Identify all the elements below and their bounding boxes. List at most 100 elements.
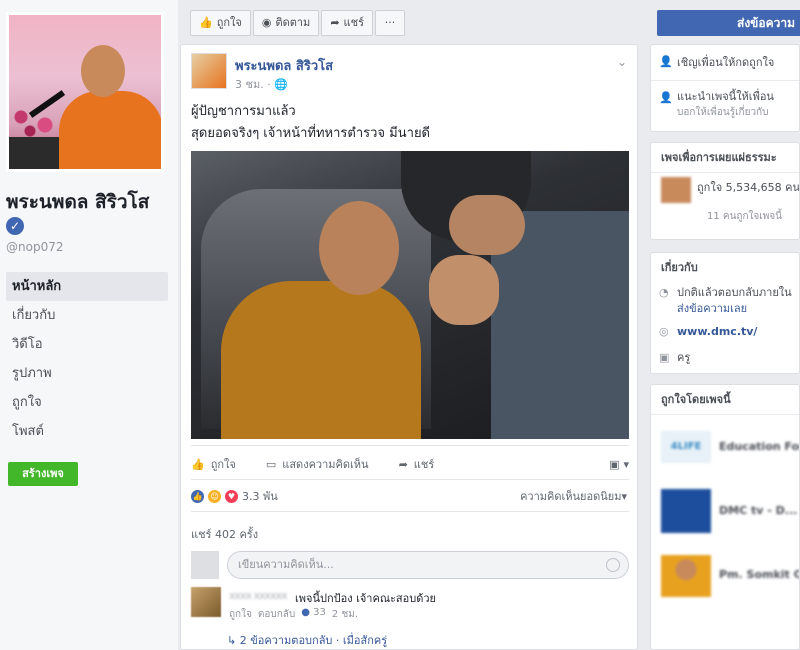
view-replies-link[interactable]: ↳ 2 ข้อความตอบกลับ · เมื่อสักครู่ bbox=[227, 631, 387, 649]
category-row[interactable]: ▣ ครู bbox=[651, 345, 799, 371]
liked-page-name: DMC tv - D... bbox=[719, 504, 798, 517]
post-photo[interactable] bbox=[191, 151, 629, 439]
comment-time[interactable]: 2 ชม. bbox=[332, 607, 358, 622]
about-title[interactable]: เกี่ยวกับ bbox=[651, 253, 799, 283]
commenter-avatar[interactable] bbox=[191, 587, 221, 617]
monk-robe bbox=[59, 91, 161, 169]
community-title[interactable]: เพจเพื่อการเผยแผ่ธรรมะ bbox=[651, 143, 799, 173]
commenter-name[interactable]: xxxx xxxxxx bbox=[229, 589, 288, 602]
page-nav: หน้าหลัก เกี่ยวกับ วิดีโอ รูปภาพ ถูกใจ โ… bbox=[6, 272, 168, 446]
post-like-label: ถูกใจ bbox=[210, 458, 236, 471]
liker-avatar bbox=[661, 177, 691, 203]
post-author-avatar[interactable] bbox=[191, 53, 227, 89]
like-reaction-icon: ● bbox=[301, 607, 310, 618]
nav-item-photos[interactable]: รูปภาพ bbox=[6, 359, 168, 388]
liked-page-logo: 4LIFE bbox=[661, 431, 711, 463]
post-author-name[interactable]: พระนพดล สิริวโส bbox=[235, 55, 333, 76]
liked-page-name: Pm. Somkit C bbox=[719, 568, 800, 581]
recommend-sub: บอกให้เพื่อนรู้เกี่ยวกับ bbox=[677, 107, 769, 118]
left-column: พระนพดล สิริวโส ✓ @nop072 หน้าหลัก เกี่ย… bbox=[0, 0, 178, 650]
rss-icon: ◉ bbox=[261, 16, 272, 29]
page-avatar-icon: ▣ bbox=[609, 457, 620, 471]
post-text-line: ผู้ปัญชาการมาแล้ว bbox=[191, 104, 296, 119]
comment-item: xxxx xxxxxx เพจนี้ปกป้อง เจ้าคณะสอบด้วย … bbox=[191, 587, 629, 627]
more-options-button[interactable]: ··· bbox=[375, 10, 405, 36]
comment-meta: ถูกใจ ตอบกลับ ● 33 2 ชม. bbox=[229, 607, 358, 622]
page-action-bar: 👍 ถูกใจ ◉ ติดตาม ➦ แชร์ ··· bbox=[190, 10, 405, 36]
share-page-button[interactable]: ➦ แชร์ bbox=[321, 10, 373, 36]
website-row[interactable]: ◎ www.dmc.tv/ bbox=[651, 319, 799, 345]
liked-page-item[interactable]: 4LIFE Education For bbox=[651, 415, 799, 479]
post-as-selector[interactable]: ▣ ▾ bbox=[609, 458, 629, 471]
reaction-summary[interactable]: 👍 ☺ ♥ 3.3 พัน bbox=[191, 487, 278, 505]
invite-card: 👤 เชิญเพื่อนให้กดถูกใจ 👤 แนะนำเพจนี้ให้เ… bbox=[650, 44, 800, 132]
globe-icon: 🌐 bbox=[274, 78, 288, 91]
camera-icon[interactable] bbox=[606, 558, 620, 572]
send-message-link[interactable]: ส่งข้อความเลย bbox=[677, 301, 799, 317]
page-name-text: พระนพดล สิริวโส bbox=[6, 191, 150, 213]
clasped-hands bbox=[429, 255, 499, 325]
post-like-button[interactable]: 👍 ถูกใจ bbox=[191, 455, 236, 473]
follow-button[interactable]: ◉ ติดตาม bbox=[252, 10, 320, 36]
total-likes-row: ถูกใจ 5,534,658 คน bbox=[651, 173, 799, 203]
comment-like-link[interactable]: ถูกใจ bbox=[229, 607, 252, 622]
nav-item-about[interactable]: เกี่ยวกับ bbox=[6, 301, 168, 330]
monk-head bbox=[319, 201, 399, 295]
post-comment-button[interactable]: ▭ แสดงความคิดเห็น bbox=[266, 455, 369, 473]
recommend-label: แนะนำเพจนี้ให้เพื่อน bbox=[677, 90, 774, 103]
post-comment-label: แสดงความคิดเห็น bbox=[282, 458, 369, 471]
comment-like-count[interactable]: ● 33 bbox=[301, 607, 326, 622]
share-count[interactable]: แชร์ 402 ครั้ง bbox=[191, 525, 258, 543]
invite-friends-row[interactable]: 👤 เชิญเพื่อนให้กดถูกใจ bbox=[651, 45, 799, 81]
nav-item-likes[interactable]: ถูกใจ bbox=[6, 388, 168, 417]
replies-label: 2 ข้อความตอบกลับ · เมื่อสักครู่ bbox=[239, 634, 388, 647]
invite-label: เชิญเพื่อนให้กดถูกใจ bbox=[677, 56, 775, 69]
friends-like-label: 11 คนถูกใจเพจนี้ bbox=[707, 211, 782, 222]
like-page-label: ถูกใจ bbox=[216, 16, 242, 29]
liked-by-page-card: ถูกใจโดยเพจนี้ 4LIFE Education For DMC t… bbox=[650, 384, 800, 650]
nav-item-home[interactable]: หน้าหลัก bbox=[6, 272, 168, 301]
response-time-row: ◔ ปกติแล้วตอบกลับภายใน ส่งข้อความเลย bbox=[651, 283, 799, 319]
reply-arrow-icon: ↳ bbox=[227, 634, 237, 647]
liked-page-name: Education For bbox=[719, 440, 800, 453]
post-body: ผู้ปัญชาการมาแล้ว สุดยอดจริงๆ เจ้าหน้าที… bbox=[191, 101, 430, 145]
post-share-button[interactable]: ➦ แชร์ bbox=[399, 455, 435, 473]
verified-badge-icon: ✓ bbox=[6, 217, 24, 235]
page-handle: @nop072 bbox=[6, 240, 64, 254]
create-page-button[interactable]: สร้างเพจ bbox=[8, 462, 78, 486]
comment-reply-link[interactable]: ตอบกลับ bbox=[258, 607, 295, 622]
message-icon: ◔ bbox=[659, 286, 669, 299]
liked-page-item[interactable]: DMC tv - D... bbox=[651, 479, 799, 543]
website-link: www.dmc.tv/ bbox=[677, 325, 758, 338]
liked-page-item[interactable]: Pm. Somkit C bbox=[651, 543, 799, 607]
recommend-row[interactable]: 👤 แนะนำเพจนี้ให้เพื่อน บอกให้เพื่อนรู้เก… bbox=[651, 81, 799, 131]
send-message-button[interactable]: ส่งข้อความ bbox=[657, 10, 800, 36]
comment-sort-dropdown[interactable]: ความคิดเห็นยอดนิยม▾ bbox=[520, 487, 627, 505]
nav-item-videos[interactable]: วิดีโอ bbox=[6, 330, 168, 359]
thumbs-up-icon: 👍 bbox=[199, 16, 213, 29]
share-arrow-icon: ➦ bbox=[398, 457, 408, 471]
post-text-line: สุดยอดจริงๆ เจ้าหน้าที่ทหารตำรวจ มีนายดี bbox=[191, 126, 431, 141]
friends-like-row[interactable]: 11 คนถูกใจเพจนี้ bbox=[651, 203, 799, 231]
chevron-down-icon: ▾ bbox=[623, 457, 629, 471]
about-card: เกี่ยวกับ ◔ ปกติแล้วตอบกลับภายใน ส่งข้อค… bbox=[650, 252, 800, 374]
like-page-button[interactable]: 👍 ถูกใจ bbox=[190, 10, 251, 36]
haha-reaction-icon: ☺ bbox=[208, 489, 221, 503]
post-timestamp[interactable]: 3 ชม. · 🌐 bbox=[235, 75, 288, 93]
current-user-avatar bbox=[191, 551, 219, 579]
monk-head bbox=[81, 45, 125, 97]
comment-input[interactable]: เขียนความคิดเห็น... bbox=[227, 551, 629, 579]
liked-page-logo bbox=[661, 489, 711, 533]
comment-icon: ▭ bbox=[265, 457, 277, 471]
post-options-chevron-icon[interactable]: ⌄ bbox=[617, 55, 627, 69]
globe-icon: ◎ bbox=[659, 325, 669, 338]
tag-icon: ▣ bbox=[659, 351, 670, 364]
page-title[interactable]: พระนพดล สิริวโส ✓ bbox=[6, 190, 172, 238]
liked-by-title: ถูกใจโดยเพจนี้ bbox=[651, 385, 799, 415]
community-card: เพจเพื่อการเผยแผ่ธรรมะ ถูกใจ 5,534,658 ค… bbox=[650, 142, 800, 240]
profile-photo[interactable] bbox=[6, 12, 164, 172]
post-action-bar: 👍 ถูกใจ ▭ แสดงความคิดเห็น ➦ แชร์ ▣ ▾ bbox=[191, 449, 629, 479]
nav-item-posts[interactable]: โพสต์ bbox=[6, 417, 168, 446]
category-label: ครู bbox=[677, 351, 691, 364]
monk-robe bbox=[221, 281, 421, 439]
